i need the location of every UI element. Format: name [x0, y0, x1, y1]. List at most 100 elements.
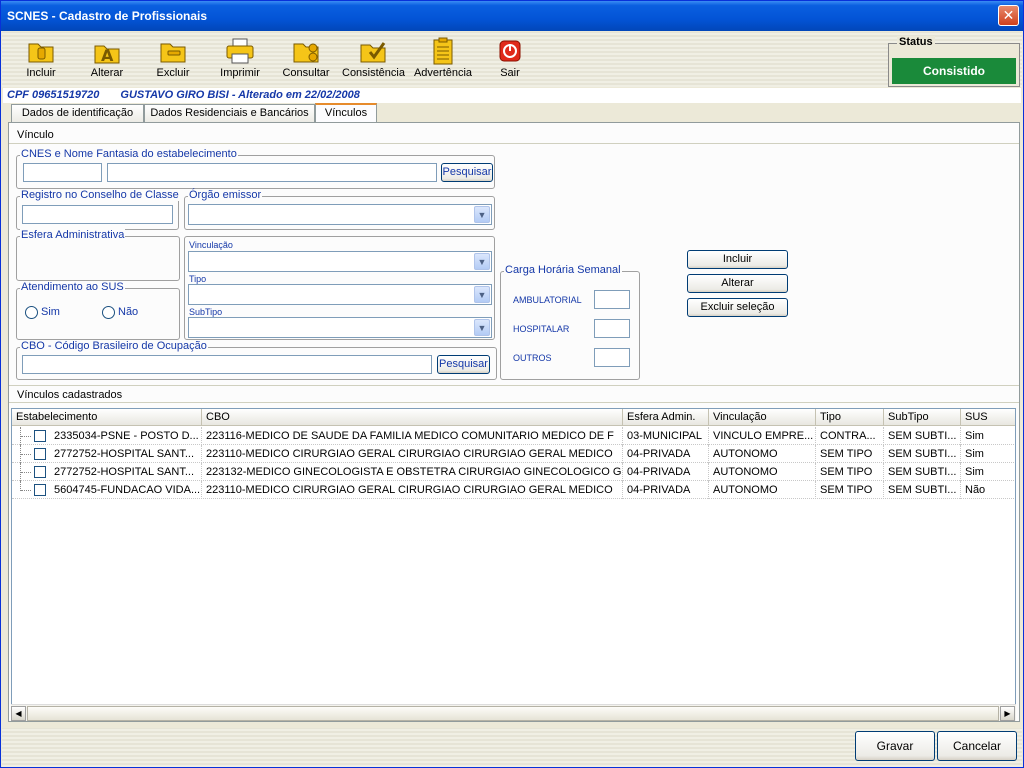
- sus-nao-radio[interactable]: [102, 306, 115, 319]
- col-estabelecimento[interactable]: Estabelecimento: [12, 409, 202, 426]
- tab-dados-residenciais[interactable]: Dados Residenciais e Bancários: [144, 104, 315, 122]
- clipboard-icon: [433, 37, 453, 65]
- cell-vinculacao: AUTONOMO: [709, 481, 816, 499]
- orgao-group: Órgão emissor ▼: [184, 189, 495, 230]
- status-badge: Consistido: [892, 58, 1016, 84]
- cell-cbo: 223116-MEDICO DE SAUDE DA FAMILIA MEDICO…: [202, 427, 623, 445]
- binoculars-folder-icon: [293, 43, 319, 63]
- tipo-select[interactable]: ▼: [188, 284, 492, 305]
- sus-sim-radio[interactable]: [25, 306, 38, 319]
- chevron-down-icon[interactable]: ▼: [474, 253, 490, 270]
- cell-vinculacao: AUTONOMO: [709, 463, 816, 481]
- cbo-pesquisar-button[interactable]: Pesquisar: [437, 355, 490, 374]
- printer-icon: [226, 38, 254, 64]
- tree-connector: [20, 427, 32, 445]
- excluir-button[interactable]: Excluir: [142, 34, 204, 86]
- scroll-thumb[interactable]: [27, 706, 999, 721]
- cpf-text: CPF 09651519720: [7, 89, 100, 101]
- row-checkbox[interactable]: [34, 430, 46, 442]
- table-header: Estabelecimento CBO Esfera Admin. Vincul…: [12, 409, 1015, 426]
- cnes-pesquisar-button[interactable]: Pesquisar: [441, 163, 493, 182]
- orgao-select[interactable]: ▼: [188, 204, 492, 225]
- carga-horaria-label: Carga Horária Semanal: [504, 264, 622, 276]
- cell-sus: Sim: [961, 427, 1015, 445]
- vinculo-alterar-button[interactable]: Alterar: [687, 274, 788, 293]
- cbo-input[interactable]: [22, 355, 432, 374]
- ambulatorial-label: AMBULATORIAL: [513, 295, 582, 305]
- incluir-label: Incluir: [26, 67, 56, 79]
- consistencia-button[interactable]: Consistência: [342, 34, 405, 86]
- registro-group: Registro no Conselho de Classe: [16, 189, 180, 230]
- advertencia-button[interactable]: Advertência: [412, 34, 474, 86]
- alterar-button[interactable]: A Alterar: [76, 34, 138, 86]
- subtipo-label: SubTipo: [189, 307, 223, 317]
- consistencia-label: Consistência: [342, 67, 405, 79]
- cell-subtipo: SEM SUBTI...: [884, 463, 961, 481]
- advertencia-label: Advertência: [413, 67, 473, 79]
- tab-dados-identificacao[interactable]: Dados de identificação: [11, 104, 144, 122]
- vinculo-incluir-button[interactable]: Incluir: [687, 250, 788, 269]
- col-sus[interactable]: SUS: [961, 409, 1015, 426]
- cell-subtipo: SEM SUBTI...: [884, 445, 961, 463]
- vinculos-table: Estabelecimento CBO Esfera Admin. Vincul…: [11, 408, 1016, 713]
- cell-cbo: 223110-MEDICO CIRURGIAO GERAL CIRURGIAO …: [202, 481, 623, 499]
- horizontal-scrollbar[interactable]: ◀ ▶: [11, 704, 1016, 721]
- sair-label: Sair: [500, 67, 520, 79]
- col-esfera[interactable]: Esfera Admin.: [623, 409, 709, 426]
- table-row[interactable]: 2335034-PSNE - POSTO D... 223116-MEDICO …: [12, 427, 1015, 445]
- row-checkbox[interactable]: [34, 448, 46, 460]
- professional-info: CPF 09651519720 GUSTAVO GIRO BISI - Alte…: [3, 88, 1021, 103]
- cell-vinculacao: VINCULO EMPRE...: [709, 427, 816, 445]
- vinculacao-select[interactable]: ▼: [188, 251, 492, 272]
- tab-vinculos[interactable]: Vínculos: [315, 103, 377, 123]
- cell-cbo: 223110-MEDICO CIRURGIAO GERAL CIRURGIAO …: [202, 445, 623, 463]
- table-row[interactable]: 2772752-HOSPITAL SANT... 223132-MEDICO G…: [12, 463, 1015, 481]
- table-row[interactable]: 5604745-FUNDACAO VIDA... 223110-MEDICO C…: [12, 481, 1015, 499]
- esfera-label: Esfera Administrativa: [20, 229, 126, 241]
- row-checkbox[interactable]: [34, 484, 46, 496]
- cell-esfera: 04-PRIVADA: [623, 481, 709, 499]
- col-subtipo[interactable]: SubTipo: [884, 409, 961, 426]
- ambulatorial-input[interactable]: [594, 290, 630, 309]
- incluir-button[interactable]: Incluir: [10, 34, 72, 86]
- window-title: SCNES - Cadastro de Profissionais: [7, 9, 208, 23]
- cell-sus: Não: [961, 481, 1015, 499]
- cell-estabelecimento: 2335034-PSNE - POSTO D...: [50, 427, 202, 445]
- chevron-down-icon[interactable]: ▼: [474, 206, 490, 223]
- sus-sim-label: Sim: [41, 306, 60, 318]
- col-vinculacao[interactable]: Vinculação: [709, 409, 816, 426]
- tree-connector: [20, 481, 32, 491]
- main-window: SCNES - Cadastro de Profissionais ✕ Incl…: [0, 0, 1024, 768]
- cnes-code-input[interactable]: [23, 163, 102, 182]
- row-checkbox[interactable]: [34, 466, 46, 478]
- imprimir-button[interactable]: Imprimir: [209, 34, 271, 86]
- cell-esfera: 03-MUNICIPAL: [623, 427, 709, 445]
- excluir-selecao-button[interactable]: Excluir seleção: [687, 298, 788, 317]
- scroll-right-icon[interactable]: ▶: [1000, 706, 1015, 721]
- outros-input[interactable]: [594, 348, 630, 367]
- consultar-button[interactable]: Consultar: [275, 34, 337, 86]
- power-icon: [499, 40, 521, 62]
- table-row[interactable]: 2772752-HOSPITAL SANT... 223110-MEDICO C…: [12, 445, 1015, 463]
- cnes-label: CNES e Nome Fantasia do estabelecimento: [20, 148, 238, 160]
- sus-label: Atendimento ao SUS: [20, 281, 125, 293]
- registro-input[interactable]: [22, 205, 173, 224]
- cell-sus: Sim: [961, 445, 1015, 463]
- col-cbo[interactable]: CBO: [202, 409, 623, 426]
- sus-nao-label: Não: [118, 306, 139, 318]
- gravar-button[interactable]: Gravar: [855, 731, 935, 761]
- sair-button[interactable]: Sair: [479, 34, 541, 86]
- scroll-left-icon[interactable]: ◀: [11, 706, 26, 721]
- title-bar: SCNES - Cadastro de Profissionais ✕: [1, 1, 1023, 31]
- cadastrados-section-title: Vínculos cadastrados: [9, 385, 1019, 403]
- cell-subtipo: SEM SUBTI...: [884, 427, 961, 445]
- cnes-name-input[interactable]: [107, 163, 437, 182]
- cancelar-button[interactable]: Cancelar: [937, 731, 1017, 761]
- cell-esfera: 04-PRIVADA: [623, 445, 709, 463]
- subtipo-select[interactable]: ▼: [188, 317, 492, 338]
- hospitalar-input[interactable]: [594, 319, 630, 338]
- chevron-down-icon[interactable]: ▼: [474, 286, 490, 303]
- col-tipo[interactable]: Tipo: [816, 409, 884, 426]
- chevron-down-icon[interactable]: ▼: [474, 319, 490, 336]
- close-icon[interactable]: ✕: [998, 5, 1019, 26]
